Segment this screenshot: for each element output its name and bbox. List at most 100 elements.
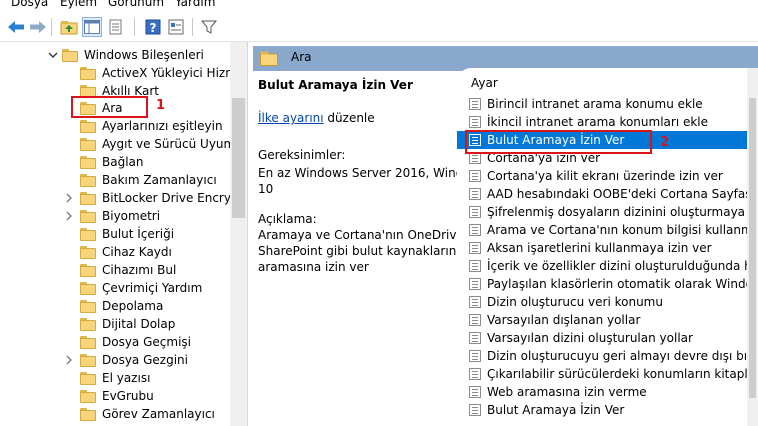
folder-icon (80, 371, 96, 385)
right-header-title: Ara (291, 50, 312, 64)
annotation-number-2: 2 (660, 135, 670, 150)
list-item[interactable]: Paylaşılan klasörlerin otomatik olarak W… (457, 275, 758, 293)
list-item-label: Dizin oluşturucuyu geri almayı devre dış… (487, 349, 758, 363)
help-icon[interactable]: ? (143, 17, 163, 37)
list-item-label: Paylaşılan klasörlerin otomatik olarak W… (487, 277, 758, 291)
list-item[interactable]: İkincil intranet arama konumları ekle (457, 113, 747, 131)
tree-item-label: Görev Zamanlayıcı (102, 407, 215, 421)
list-item[interactable]: Web aramasına izin verme (457, 383, 747, 401)
filter-icon[interactable] (199, 17, 219, 37)
tree-item[interactable]: Dosya Geçmişi (80, 333, 191, 351)
list-item[interactable]: Birincil intranet arama konumu ekle (457, 95, 747, 113)
list-item[interactable]: Çıkarılabilir sürücülerdeki konumların k… (457, 365, 758, 383)
tree-item[interactable]: Bağlan (80, 153, 144, 171)
tree-item[interactable]: Bakım Zamanlayıcı (80, 171, 217, 189)
chevron-right-icon[interactable] (64, 211, 74, 221)
list-item[interactable]: Varsayılan dışlanan yollar (457, 311, 747, 329)
menu-bar: Dosya Eylem Görünüm Yardım (0, 0, 758, 12)
tree-item[interactable]: Görev Zamanlayıcı (80, 405, 215, 423)
tree-item[interactable]: Dijital Dolap (80, 315, 175, 333)
policy-icon (469, 116, 481, 128)
tree-item[interactable]: Biyometri (80, 207, 160, 225)
list-item-label: İçerik ve özellikler dizini oluşturulduğ… (487, 259, 758, 273)
menu-gorunum[interactable]: Görünüm (108, 0, 164, 10)
list-item-label: Aksan işaretlerini kullanmaya izin ver (487, 241, 712, 255)
policy-icon (469, 206, 481, 218)
chevron-right-icon[interactable] (64, 193, 74, 203)
list-item-label: Varsayılan dışlanan yollar (487, 313, 641, 327)
list-item-label: Birincil intranet arama konumu ekle (487, 97, 703, 111)
annotation-number-1: 1 (156, 98, 166, 113)
tree-item-label: Çevrimiçi Yardım (102, 281, 203, 295)
tree-item-label: Dijital Dolap (102, 317, 176, 331)
edit-policy-suffix: düzenle (323, 111, 375, 125)
tree-item[interactable]: Depolama (80, 297, 163, 315)
list-scrollbar-thumb[interactable] (749, 98, 756, 398)
tree-item-label: Cihaz Kaydı (102, 245, 172, 259)
requirements-label: Gereksinimler: (258, 148, 346, 162)
tree-item[interactable]: Cihaz Kaydı (80, 243, 172, 261)
tree-item[interactable]: Bulut İçeriği (80, 225, 174, 243)
tree-item[interactable]: Çevrimiçi Yardım (80, 279, 202, 297)
description-label: Açıklama: (258, 212, 317, 226)
list-item[interactable]: Varsayılan dizini oluşturulan yollar (457, 329, 747, 347)
policy-icon (469, 98, 481, 110)
list-item-label: İkincil intranet arama konumları ekle (487, 115, 709, 129)
tree-item[interactable]: ActiveX Yükleyici Hizme (80, 64, 244, 82)
annotation-box-2 (465, 130, 652, 154)
list-item-label: Cortana'ya kilit ekranı üzerinde izin ve… (487, 169, 723, 183)
edit-policy-link[interactable]: İlke ayarını (258, 111, 324, 125)
folder-icon (80, 353, 96, 367)
list-item-label: Şifrelenmiş dosyaların dizinini oluşturm… (487, 205, 758, 219)
description-panel: Bulut Aramaya İzin Ver İlke ayarını düze… (249, 71, 487, 426)
list-item[interactable]: Dizin oluşturucu veri konumu (457, 293, 747, 311)
list-item[interactable]: AAD hesabındaki OOBE'deki Cortana Sayfas… (457, 185, 758, 203)
list-item[interactable]: Şifrelenmiş dosyaların dizinini oluşturm… (457, 203, 758, 221)
column-header-ayar[interactable]: Ayar (471, 76, 498, 90)
tree-item-label: Dosya Geçmişi (102, 335, 191, 349)
list-item[interactable]: Cortana'ya kilit ekranı üzerinde izin ve… (457, 167, 747, 185)
right-pane: Ara Bulut Aramaya İzin Ver İlke ayarını … (249, 42, 758, 426)
tree-item[interactable]: Cihazımı Bul (80, 261, 176, 279)
requirements-text: En az Windows Server 2016, Windows (258, 166, 487, 180)
folder-icon (80, 119, 96, 133)
show-hide-tree-icon[interactable] (82, 17, 102, 37)
menu-eylem[interactable]: Eylem (60, 0, 97, 10)
up-folder-icon[interactable] (59, 17, 79, 37)
menu-yardim[interactable]: Yardım (175, 0, 215, 10)
tree-item[interactable]: Ayarlarınızı eşitleyin (80, 117, 223, 135)
tree-scrollbar-thumb[interactable] (232, 98, 245, 218)
tree-item-label: Ayarlarınızı eşitleyin (102, 119, 223, 133)
forward-arrow-icon[interactable] (28, 17, 48, 37)
tree-item[interactable]: BitLocker Drive Encrypti (80, 189, 247, 207)
tree-item-label: Windows Bileşenleri (84, 48, 204, 62)
policy-icon (469, 170, 481, 182)
list-item[interactable]: Aksan işaretlerini kullanmaya izin ver (457, 239, 747, 257)
policy-icon (469, 350, 481, 362)
list-item[interactable]: Arama ve Cortana'nın konum bilgisi kulla… (457, 221, 758, 239)
tree-item[interactable]: Dosya Gezgini (80, 351, 188, 369)
properties-icon[interactable] (166, 17, 186, 37)
tree-item-label: ActiveX Yükleyici Hizme (102, 66, 245, 80)
folder-icon (80, 245, 96, 259)
chevron-right-icon[interactable] (64, 355, 74, 365)
policy-icon (469, 260, 481, 272)
folder-icon (80, 191, 96, 205)
settings-list[interactable]: Ayar Birincil intranet arama konumu ekle… (457, 68, 758, 426)
requirements-text: 10 (258, 182, 274, 196)
list-item[interactable]: Dizin oluşturucuyu geri almayı devre dış… (457, 347, 758, 365)
tree-item[interactable]: EvGrubu (80, 387, 154, 405)
tree-item[interactable]: El yazısı (80, 369, 150, 387)
policy-icon (469, 404, 481, 416)
export-list-icon[interactable] (106, 17, 126, 37)
tree-item[interactable]: Aygıt ve Sürücü Uyumlu (80, 135, 246, 153)
policy-icon (469, 224, 481, 236)
chevron-down-icon[interactable] (48, 50, 58, 60)
back-arrow-icon[interactable] (6, 17, 26, 37)
list-item[interactable]: İçerik ve özellikler dizini oluşturulduğ… (457, 257, 758, 275)
menu-dosya[interactable]: Dosya (11, 0, 48, 10)
list-item[interactable]: Bulut Aramaya İzin Ver (457, 401, 747, 419)
policy-title: Bulut Aramaya İzin Ver (258, 78, 413, 92)
folder-icon (80, 173, 96, 187)
tree-item-root[interactable]: Windows Bileşenleri (62, 46, 204, 64)
